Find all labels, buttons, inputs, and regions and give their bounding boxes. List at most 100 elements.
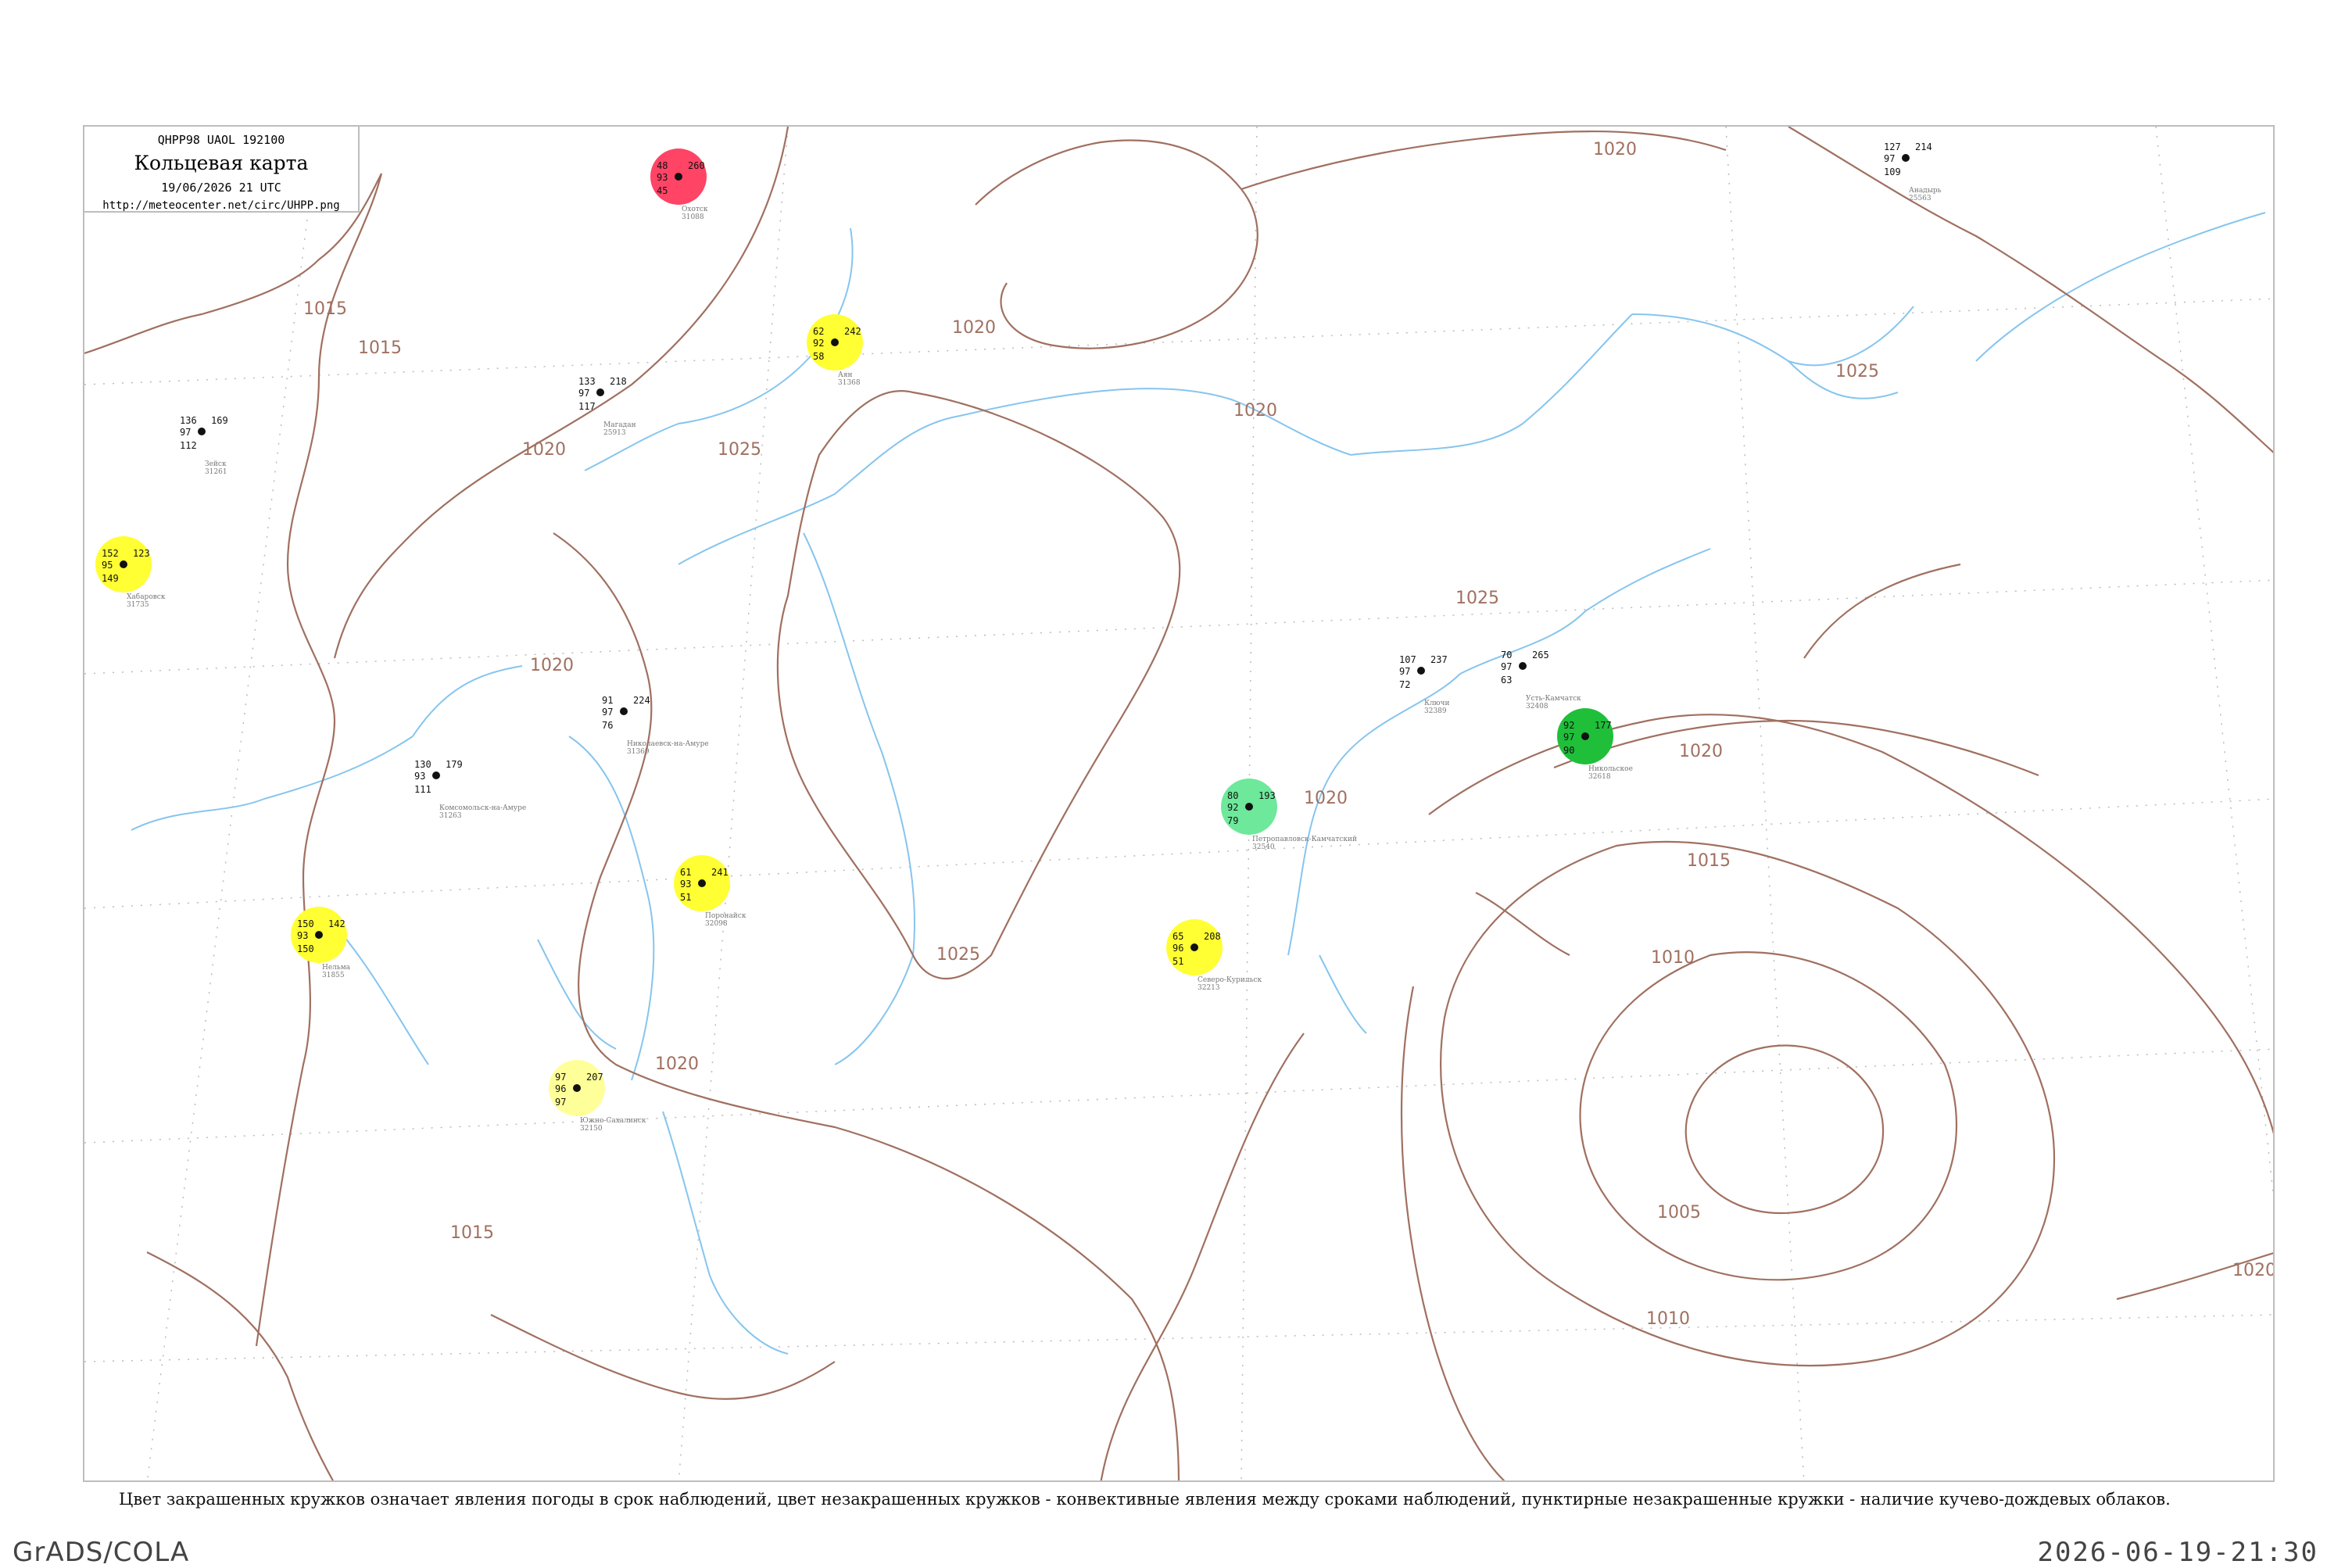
station-marker[interactable]: 130 179 93 111 Комсомольск-на-Амуре31263 (414, 759, 526, 820)
station-pressure: 208 (1204, 931, 1221, 942)
station-dot (698, 879, 706, 887)
isobar-label: 1020 (1233, 401, 1277, 421)
station-dewpoint: 97 (555, 1097, 566, 1108)
station-dot (573, 1084, 581, 1092)
station-marker[interactable]: 62 242 92 58 Аян31368 (807, 314, 863, 387)
station-name: Магадан (603, 421, 636, 429)
station-marker[interactable]: 48 260 93 45 Охотск31088 (650, 149, 708, 221)
isobar-label: 1010 (1651, 948, 1695, 968)
station-pressure: 207 (586, 1072, 603, 1083)
station-marker[interactable]: 136 169 97 112 Зейск31261 (180, 415, 228, 476)
station-pressure: 169 (211, 415, 228, 426)
station-name: Комсомольск-на-Амуре (439, 804, 526, 812)
station-marker[interactable]: 70 265 97 63 Усть-Камчатск32408 (1501, 650, 1581, 711)
station-pressure: 265 (1532, 650, 1549, 660)
station-name: Усть-Камчатск (1526, 695, 1581, 703)
station-pressure: 237 (1430, 654, 1448, 665)
station-pressure: 218 (610, 376, 627, 387)
station-dot (1902, 154, 1910, 162)
station-marker[interactable]: 152 123 95 149 Хабаровск31735 (95, 536, 166, 609)
station-pressure: 142 (328, 918, 345, 929)
station-visibility: 97 (602, 707, 613, 718)
station-visibility: 93 (657, 172, 668, 183)
station-dewpoint: 63 (1501, 675, 1512, 686)
station-temperature: 107 (1399, 654, 1416, 665)
legend-caption: Цвет закрашенных кружков означает явлени… (119, 1490, 2171, 1509)
station-dot (1581, 732, 1589, 740)
station-dot (1245, 803, 1253, 811)
station-temperature: 70 (1501, 650, 1512, 660)
station-id: 31261 (205, 468, 227, 476)
station-id: 31735 (127, 601, 149, 609)
station-id: 32150 (580, 1125, 603, 1133)
isobar-label: 1010 (1646, 1309, 1690, 1329)
station-name: Южно-Сахалинск (580, 1117, 646, 1125)
isobar-label: 1020 (655, 1054, 699, 1074)
station-temperature: 133 (578, 376, 596, 387)
isobar-label: 1025 (718, 440, 761, 460)
station-dewpoint: 72 (1399, 679, 1410, 690)
isobar-label: 1020 (1593, 140, 1637, 159)
station-marker[interactable]: 150 14293150Нельма31855 (291, 907, 351, 979)
station-visibility: 97 (180, 427, 191, 438)
station-temperature: 65 (1172, 931, 1183, 942)
footer-timestamp: 2026-06-19-21:30 (2037, 1537, 2318, 1568)
station-dewpoint: 117 (578, 401, 596, 412)
isobar-label: 1020 (530, 656, 574, 675)
station-visibility: 97 (1563, 732, 1574, 743)
isobar-labels: 1015 1015 1020 1025 1020 1020 1025 1020 … (303, 140, 2275, 1329)
station-pressure: 123 (133, 548, 150, 559)
station-id: 32540 (1252, 843, 1275, 851)
isobar-label: 1020 (952, 318, 996, 338)
station-visibility: 93 (680, 879, 691, 890)
station-visibility: 92 (1227, 802, 1238, 813)
station-id: 32389 (1424, 707, 1447, 715)
footer-credit: GrADS/COLA (13, 1537, 190, 1568)
station-dot (315, 931, 323, 939)
station-temperature: 62 (813, 326, 824, 337)
station-marker[interactable]: 127 214 97 109 Анадырь25563 (1884, 141, 1942, 202)
source-url[interactable]: http://meteocenter.net/circ/UHPP.png (84, 199, 358, 212)
station-visibility: 96 (555, 1083, 566, 1094)
station-dewpoint: 149 (102, 573, 119, 584)
station-name: Северо-Курильск (1198, 976, 1262, 984)
station-visibility: 97 (1501, 661, 1512, 672)
isobar-label: 1025 (936, 945, 980, 965)
station-dewpoint: 58 (813, 351, 824, 362)
station-marker[interactable]: 107 237 97 72 Ключи32389 (1399, 654, 1449, 715)
station-dewpoint: 90 (1563, 745, 1574, 756)
station-marker[interactable]: 91 224 97 76 Николаевск-на-Амуре31369 (602, 695, 709, 756)
station-dewpoint: 51 (680, 892, 691, 903)
station-dot (1190, 943, 1198, 951)
station-dewpoint: 51 (1172, 956, 1183, 967)
map-title-box: QHPP98 UAOL 192100 Кольцевая карта 19/06… (84, 127, 360, 213)
station-pressure: 242 (844, 326, 861, 337)
station-id: 31855 (322, 972, 345, 979)
station-dot (1519, 662, 1527, 670)
station-temperature: 130 (414, 759, 431, 770)
station-dewpoint: 109 (1884, 166, 1901, 177)
station-id: 32618 (1588, 773, 1611, 781)
station-dewpoint: 79 (1227, 815, 1238, 826)
isobar-label: 1020 (2232, 1261, 2275, 1280)
isobar-label: 1020 (1679, 742, 1723, 761)
station-id: 31368 (838, 379, 861, 387)
station-name: Анадырь (1909, 187, 1942, 195)
station-temperature: 80 (1227, 790, 1238, 801)
weather-map[interactable]: 1015 1015 1020 1025 1020 1020 1025 1020 … (84, 127, 2275, 1482)
station-layer: 152 12395149Хабаровск3173562 2429258Аян313… (95, 141, 1942, 1133)
map-frame: 1015 1015 1020 1025 1020 1020 1025 1020 … (83, 125, 2275, 1482)
isobar-label: 1020 (522, 440, 566, 460)
station-marker[interactable]: 61 241 93 51 Поронайск32098 (674, 855, 746, 928)
station-dewpoint: 150 (297, 943, 314, 954)
station-temperature: 136 (180, 415, 197, 426)
map-datetime: 19/06/2026 21 UTC (161, 181, 281, 195)
station-temperature: 92 (1563, 720, 1574, 731)
station-marker[interactable]: 65 208 96 51 Северо-Курильск32213 (1166, 919, 1262, 992)
station-name: Николаевск-на-Амуре (627, 740, 709, 748)
isobars (84, 127, 2273, 1480)
station-marker[interactable]: 133 218 97 117 Магадан25913 (578, 376, 636, 437)
station-id: 31369 (627, 748, 650, 756)
station-dewpoint: 76 (602, 720, 613, 731)
station-name: Нельма (322, 964, 351, 972)
